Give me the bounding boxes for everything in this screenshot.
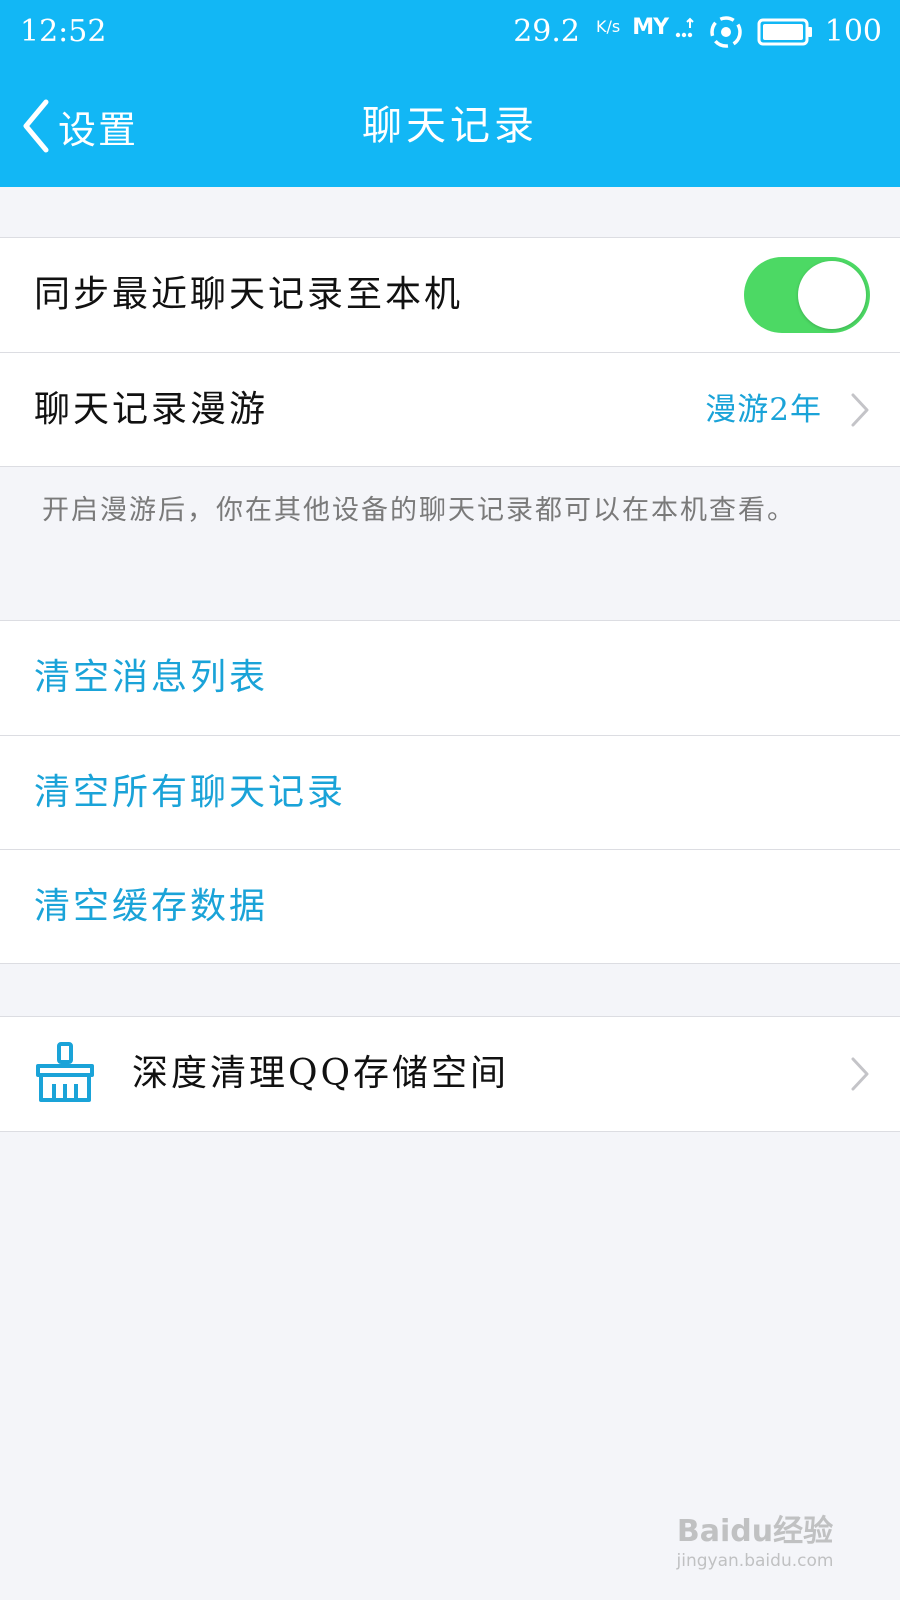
clear-cache-label: 清空缓存数据 xyxy=(34,886,269,927)
baidu-watermark: Baidu经验 jingyan.baidu.com xyxy=(660,1514,850,1572)
page-title: 聊天记录 xyxy=(362,103,538,149)
carrier-signal: MY xyxy=(632,17,695,39)
app-header: 12:52 29.2 K/s MY 100 设置 聊天记录 xyxy=(0,0,900,187)
deep-clean-row[interactable]: 深度清理QQ存储空间 xyxy=(0,1017,900,1131)
watermark-sub: jingyan.baidu.com xyxy=(676,1551,834,1571)
roaming-hint: 开启漫游后，你在其他设备的聊天记录都可以在本机查看。 xyxy=(42,495,796,526)
clear-cache-row[interactable]: 清空缓存数据 xyxy=(0,849,900,963)
battery-icon xyxy=(757,18,812,46)
carrier-label: MY xyxy=(632,15,669,40)
roaming-value: 漫游2年 xyxy=(705,392,822,428)
signal-icon xyxy=(675,17,694,38)
network-speed-unit: K/s xyxy=(596,17,621,36)
roaming-row[interactable]: 聊天记录漫游 漫游2年 xyxy=(0,352,900,466)
clear-actions-group: 清空消息列表 清空所有聊天记录 清空缓存数据 xyxy=(0,620,900,964)
clear-all-chats-row[interactable]: 清空所有聊天记录 xyxy=(0,735,900,849)
deep-clean-group: 深度清理QQ存储空间 xyxy=(0,1016,900,1132)
deep-clean-label: 深度清理QQ存储空间 xyxy=(132,1053,510,1094)
clear-message-list-label: 清空消息列表 xyxy=(34,657,269,698)
clear-message-list-row[interactable]: 清空消息列表 xyxy=(0,621,900,735)
network-speed: 29.2 xyxy=(513,14,581,49)
status-bar: 12:52 29.2 K/s MY 100 xyxy=(0,0,900,64)
status-indicators: 29.2 K/s MY 100 xyxy=(513,14,882,50)
watermark-main: Baidu经验 xyxy=(676,1514,834,1549)
sync-status-icon xyxy=(709,16,742,48)
sync-settings-group: 同步最近聊天记录至本机 聊天记录漫游 漫游2年 xyxy=(0,237,900,467)
chevron-right-icon xyxy=(851,393,869,427)
battery-level: 100 xyxy=(824,14,882,49)
sync-recent-label: 同步最近聊天记录至本机 xyxy=(34,274,464,315)
chevron-right-icon xyxy=(851,1057,869,1091)
roaming-label: 聊天记录漫游 xyxy=(34,389,269,430)
sync-recent-toggle[interactable] xyxy=(744,257,870,333)
toggle-knob xyxy=(798,261,866,329)
broom-icon xyxy=(36,1042,94,1102)
clear-all-chats-label: 清空所有聊天记录 xyxy=(34,772,347,813)
sync-recent-row: 同步最近聊天记录至本机 xyxy=(0,238,900,352)
status-time: 12:52 xyxy=(20,14,107,49)
